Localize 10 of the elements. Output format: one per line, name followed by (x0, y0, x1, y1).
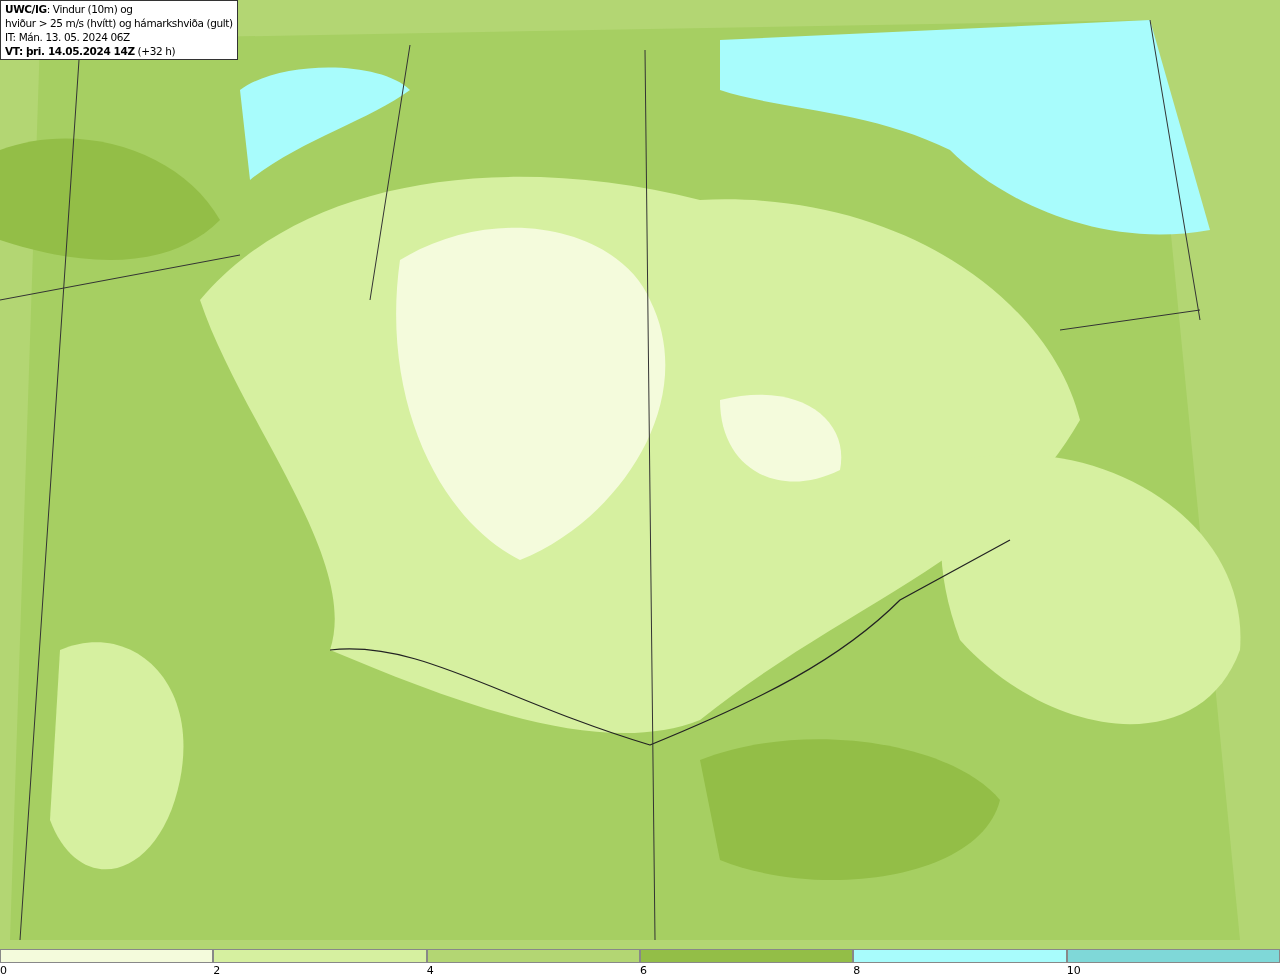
legend-label: 10 (1066, 963, 1081, 978)
legend-label: 4 (426, 963, 434, 978)
title-line: IT: Mán. 13. 05. 2024 06Z (5, 30, 131, 44)
title-line: VT: þri. 14.05.2024 14Z (+32 h) (5, 44, 177, 58)
legend-label: 8 (853, 963, 861, 978)
legend-label: 6 (640, 963, 647, 978)
legend-label: 2 (213, 963, 221, 978)
title-line: hviður > 25 m/s (hvítt) og hámarkshviða (gult) (5, 16, 233, 30)
title-line: UWC/IG: Vindur (10m) og (5, 2, 134, 16)
legend-label: 0 (0, 963, 7, 978)
